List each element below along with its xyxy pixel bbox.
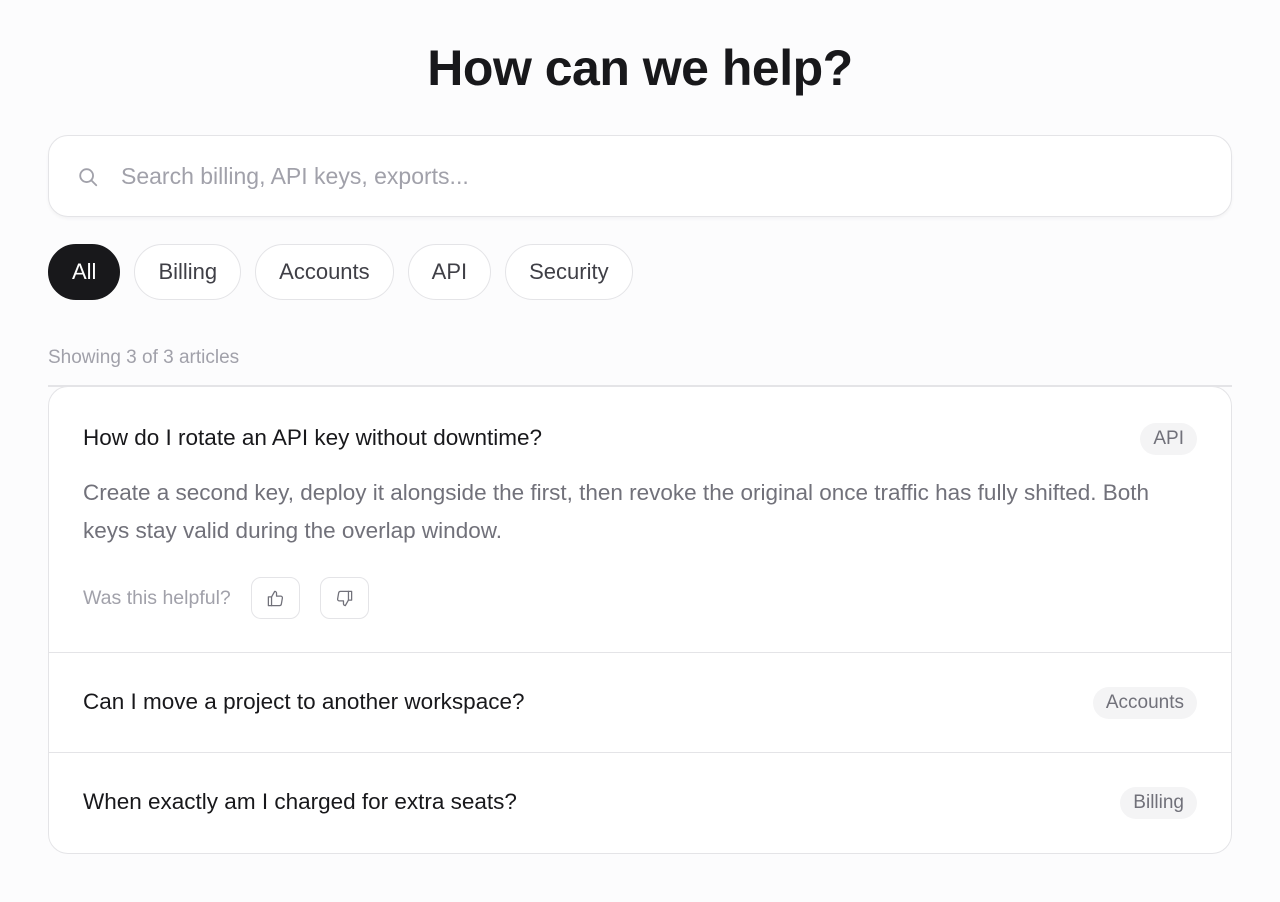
category-tag: API (1140, 423, 1197, 455)
article-answer: Create a second key, deploy it alongside… (83, 480, 1150, 543)
search-icon (79, 168, 98, 187)
category-filter-bar: All Billing Accounts API Security (48, 244, 633, 300)
help-center-page: How can we help? All Billing Accounts AP… (0, 0, 1280, 902)
filter-chip-accounts[interactable]: Accounts (255, 244, 394, 300)
article-title: When exactly am I charged for extra seat… (83, 789, 517, 814)
filter-chip-all[interactable]: All (48, 244, 121, 300)
feedback-row: Was this helpful? (83, 577, 389, 619)
feedback-label: Was this helpful? (83, 586, 231, 609)
thumbs-down-icon (336, 590, 353, 606)
thumbs-up-button[interactable] (250, 577, 300, 619)
article-title: Can I move a project to another workspac… (83, 689, 525, 714)
article-toggle[interactable]: How do I rotate an API key without downt… (83, 421, 1197, 457)
search-box[interactable] (48, 135, 1232, 217)
filter-chip-api[interactable]: API (407, 244, 492, 300)
category-tag: Accounts (1092, 687, 1197, 719)
article-title: How do I rotate an API key without downt… (83, 425, 542, 450)
page-title: How can we help? (427, 40, 853, 96)
article-item-expanded: How do I rotate an API key without downt… (49, 387, 1231, 653)
category-tag: Billing (1120, 787, 1197, 819)
thumbs-up-icon (267, 590, 283, 606)
article-toggle[interactable]: Can I move a project to another workspac… (83, 685, 1197, 721)
article-toggle[interactable]: When exactly am I charged for extra seat… (83, 785, 1197, 821)
filter-chip-billing[interactable]: Billing (134, 244, 242, 300)
search-input[interactable] (121, 154, 1201, 198)
article-item: When exactly am I charged for extra seat… (49, 753, 1231, 853)
article-list: How do I rotate an API key without downt… (48, 386, 1232, 854)
thumbs-down-button[interactable] (319, 577, 369, 619)
article-item: Can I move a project to another workspac… (49, 653, 1231, 753)
filter-chip-security[interactable]: Security (505, 244, 633, 300)
results-count: Showing 3 of 3 articles (48, 347, 240, 368)
